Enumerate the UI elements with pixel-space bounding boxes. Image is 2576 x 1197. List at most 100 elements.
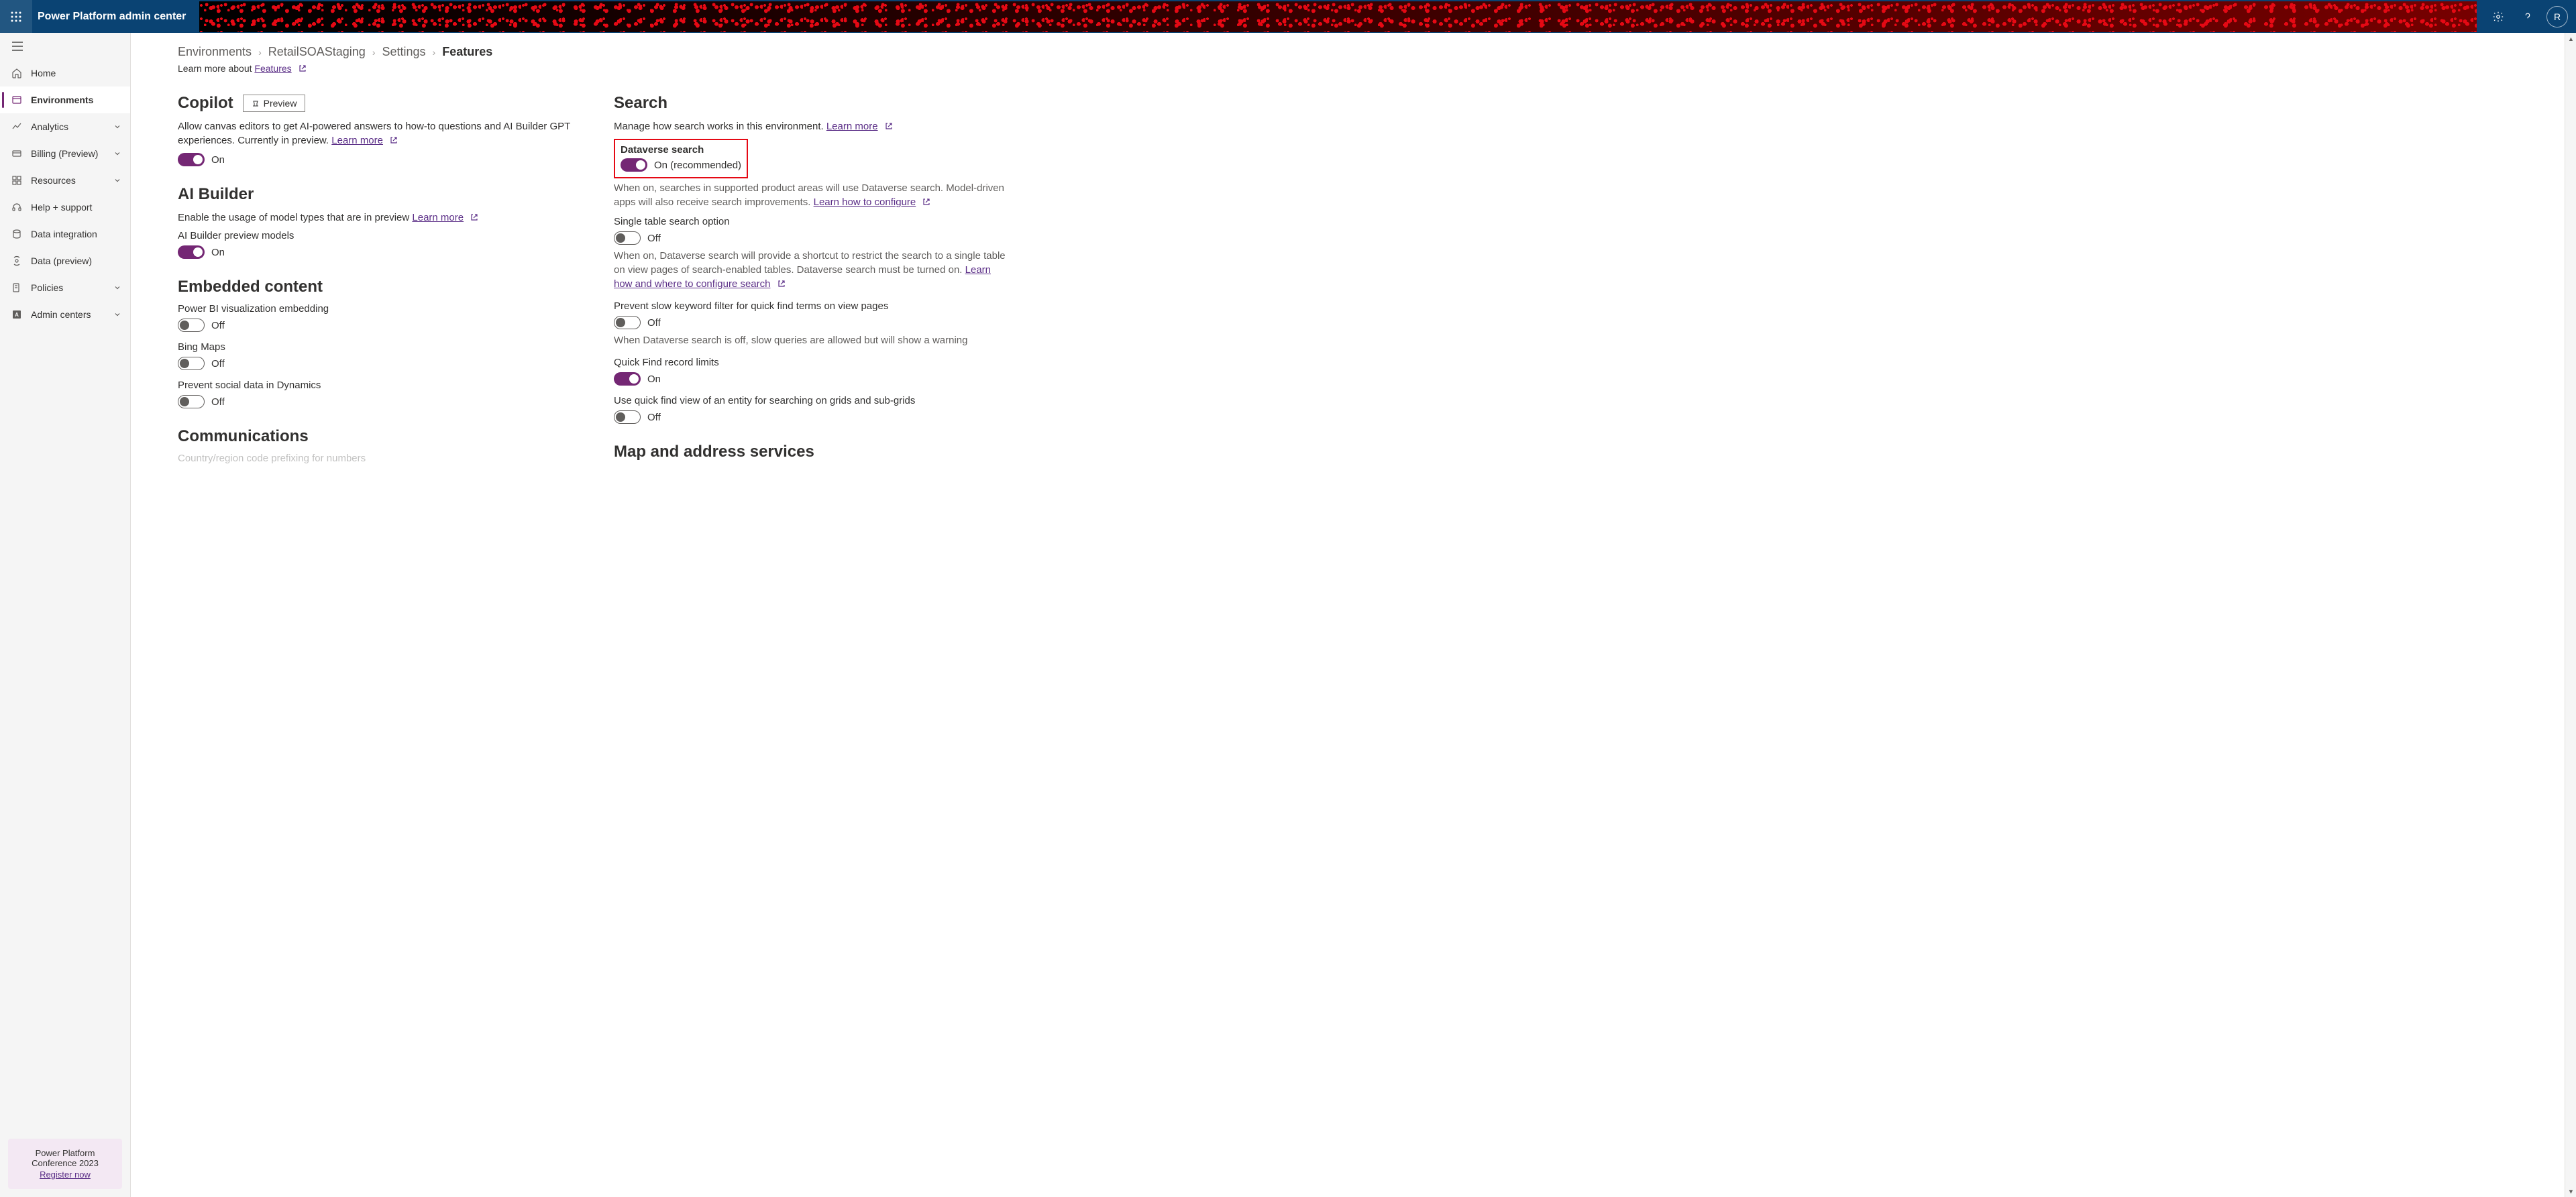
- ai-builder-desc: Enable the usage of model types that are…: [178, 211, 574, 225]
- left-nav: Home Environments Analytics: [0, 33, 131, 1197]
- breadcrumb-env-name[interactable]: RetailSOAStaging: [268, 45, 366, 59]
- chevron-down-icon: [113, 283, 122, 292]
- chevron-down-icon: [113, 310, 122, 319]
- headset-icon: [11, 201, 23, 213]
- scrollbar[interactable]: ▲ ▼: [2565, 33, 2576, 1197]
- app-title[interactable]: Power Platform admin center: [32, 11, 199, 23]
- chevron-right-icon: ›: [433, 47, 436, 58]
- chevron-right-icon: ›: [258, 47, 262, 58]
- header-right: R: [2485, 0, 2576, 33]
- nav-collapse-button[interactable]: [9, 38, 25, 54]
- section-title-map: Map and address services: [614, 443, 814, 461]
- powerbi-label: Power BI visualization embedding: [178, 303, 574, 315]
- quickview-toggle[interactable]: [614, 410, 641, 424]
- section-title-ai-builder: AI Builder: [178, 185, 254, 204]
- scroll-up-button[interactable]: ▲: [2565, 33, 2576, 44]
- dataverse-configure-link[interactable]: Learn how to configure: [814, 196, 916, 208]
- breadcrumb: Environments › RetailSOAStaging › Settin…: [178, 45, 2576, 59]
- slow-filter-label: Prevent slow keyword filter for quick fi…: [614, 300, 1010, 312]
- header-left: Power Platform admin center: [0, 0, 199, 33]
- preview-badge: Preview: [243, 95, 306, 112]
- ai-builder-toggle[interactable]: [178, 245, 205, 259]
- sidebar-item-label: Analytics: [31, 121, 113, 132]
- help-button[interactable]: [2514, 0, 2541, 33]
- features-learn-more-link[interactable]: Features: [254, 63, 291, 74]
- ai-builder-learn-more-link[interactable]: Learn more: [412, 212, 464, 223]
- ai-builder-sub-label: AI Builder preview models: [178, 230, 574, 241]
- waffle-icon: [11, 11, 21, 22]
- powerbi-toggle[interactable]: [178, 319, 205, 332]
- admin-centers-icon: A: [11, 308, 23, 321]
- dataverse-desc: When on, searches in supported product a…: [614, 181, 1010, 209]
- section-communications: Communications Country/region code prefi…: [178, 427, 574, 464]
- external-link-icon: [390, 136, 398, 144]
- scroll-down-button[interactable]: ▼: [2565, 1186, 2576, 1197]
- bingmaps-toggle[interactable]: [178, 357, 205, 370]
- copilot-toggle-label: On: [211, 154, 225, 166]
- single-table-desc: When on, Dataverse search will provide a…: [614, 249, 1010, 291]
- sidebar-item-admin-centers[interactable]: A Admin centers: [0, 301, 130, 328]
- search-desc: Manage how search works in this environm…: [614, 119, 1010, 133]
- single-table-toggle-label: Off: [647, 233, 661, 244]
- account-button[interactable]: R: [2544, 0, 2571, 33]
- bingmaps-toggle-label: Off: [211, 358, 225, 369]
- sidebar-item-environments[interactable]: Environments: [0, 87, 130, 113]
- data-integration-icon: [11, 228, 23, 240]
- sidebar-item-resources[interactable]: Resources: [0, 167, 130, 194]
- section-title-communications: Communications: [178, 427, 309, 446]
- section-map: Map and address services: [614, 443, 1010, 461]
- copilot-learn-more-link[interactable]: Learn more: [331, 135, 383, 146]
- communications-next-label: Country/region code prefixing for number…: [178, 453, 574, 464]
- sidebar-item-data-preview[interactable]: Data (preview): [0, 247, 130, 274]
- section-title-copilot: Copilot: [178, 94, 233, 113]
- copilot-toggle[interactable]: [178, 153, 205, 166]
- sidebar-item-label: Data integration: [31, 229, 122, 239]
- sidebar-item-analytics[interactable]: Analytics: [0, 113, 130, 140]
- avatar-initial: R: [2554, 11, 2561, 22]
- ai-builder-toggle-label: On: [211, 247, 225, 258]
- search-learn-more-link[interactable]: Learn more: [826, 121, 878, 132]
- sidebar-item-help-support[interactable]: Help + support: [0, 194, 130, 221]
- header-banner: [199, 1, 2477, 32]
- sidebar-item-label: Billing (Preview): [31, 148, 113, 159]
- single-table-label: Single table search option: [614, 216, 1010, 227]
- sidebar-item-home[interactable]: Home: [0, 60, 130, 87]
- help-icon: [2522, 11, 2534, 23]
- nav-promo: Power Platform Conference 2023 Register …: [8, 1139, 122, 1189]
- chevron-down-icon: [113, 122, 122, 131]
- dataverse-toggle[interactable]: [621, 158, 647, 172]
- promo-register-link[interactable]: Register now: [16, 1170, 114, 1180]
- main-content: Environments › RetailSOAStaging › Settin…: [131, 33, 2576, 1197]
- slow-filter-toggle[interactable]: [614, 316, 641, 329]
- social-toggle[interactable]: [178, 395, 205, 408]
- sidebar-item-label: Resources: [31, 175, 113, 186]
- section-search: Search Manage how search works in this e…: [614, 94, 1010, 424]
- sidebar-item-data-integration[interactable]: Data integration: [0, 221, 130, 247]
- sidebar-item-label: Environments: [31, 95, 122, 105]
- environments-icon: [11, 94, 23, 106]
- sidebar-item-label: Home: [31, 68, 122, 78]
- dataverse-search-highlight: Dataverse search On (recommended): [614, 139, 748, 178]
- right-column: Search Manage how search works in this e…: [614, 94, 1010, 483]
- section-embedded: Embedded content Power BI visualization …: [178, 278, 574, 408]
- avatar: R: [2546, 6, 2568, 27]
- svg-text:A: A: [15, 312, 19, 318]
- gear-icon: [2492, 11, 2504, 23]
- sidebar-item-label: Data (preview): [31, 255, 122, 266]
- external-link-icon: [470, 213, 478, 221]
- dataverse-toggle-label: On (recommended): [654, 160, 741, 171]
- policies-icon: [11, 282, 23, 294]
- sidebar-item-policies[interactable]: Policies: [0, 274, 130, 301]
- settings-button[interactable]: [2485, 0, 2512, 33]
- single-table-toggle[interactable]: [614, 231, 641, 245]
- breadcrumb-environments[interactable]: Environments: [178, 45, 252, 59]
- quickfind-label: Quick Find record limits: [614, 357, 1010, 368]
- external-link-icon: [777, 280, 786, 288]
- quickfind-toggle-label: On: [647, 374, 661, 385]
- top-header: Power Platform admin center R: [0, 0, 2576, 33]
- breadcrumb-settings[interactable]: Settings: [382, 45, 426, 59]
- quickfind-toggle[interactable]: [614, 372, 641, 386]
- resources-icon: [11, 174, 23, 186]
- sidebar-item-billing[interactable]: Billing (Preview): [0, 140, 130, 167]
- app-launcher-button[interactable]: [0, 0, 32, 33]
